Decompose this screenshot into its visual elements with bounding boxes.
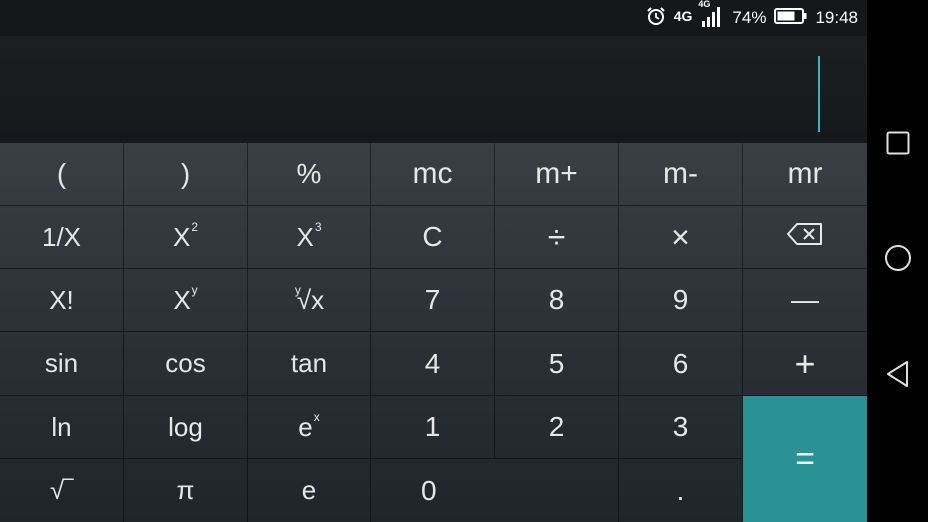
minus-key[interactable]: — [743,269,867,332]
digit-6-key[interactable]: 6 [619,332,743,396]
tan-key[interactable]: tan [248,332,371,396]
battery-icon [774,7,807,30]
network-type-large: 4G [673,8,693,24]
factorial-key[interactable]: X! [0,269,124,332]
sin-key[interactable]: sin [0,332,124,396]
cube-key[interactable]: X3 [248,206,371,269]
digit-9-key[interactable]: 9 [619,269,743,332]
plus-key[interactable]: + [743,332,867,396]
equals-key[interactable]: = [743,396,867,522]
square-recents-icon [886,131,910,160]
decimal-point-key[interactable]: . [619,459,743,522]
status-icons: 4G 4G 74% 19:48 [646,0,858,32]
system-navigation-bar [867,0,928,522]
expression-display[interactable] [0,36,867,143]
digit-1-key[interactable]: 1 [371,396,495,459]
euler-e-key[interactable]: e [248,459,371,522]
calculator-screen: 4G 4G 74% 19:48 () % mc m+ m- mr 1/X X … [0,0,867,522]
battery-percent: 74% [732,8,767,27]
signal-bars-icon: 4G [698,0,724,32]
alarm-clock-icon [646,6,666,31]
clock-time: 19:48 [815,8,858,27]
pi-key[interactable]: π [124,459,248,522]
power-key[interactable]: Xy [124,269,248,332]
cos-key[interactable]: cos [124,332,248,396]
digit-4-key[interactable]: 4 [371,332,495,396]
keypad: ( ) % mc m+ m- mr 1/X X2 X3 C ÷ × X! Xy … [0,143,867,522]
network-type-small: 4G [698,0,711,9]
digit-2-key[interactable]: 2 [495,396,619,459]
backspace-key[interactable] [743,206,867,269]
multiply-key[interactable]: × [619,206,743,269]
status-bar: 4G 4G 74% 19:48 [0,0,867,36]
digit-7-key[interactable]: 7 [371,269,495,332]
memory-add-key[interactable]: m+ [495,143,619,206]
open-paren-key[interactable]: ( [0,143,124,206]
text-cursor [818,56,820,132]
recents-button[interactable] [881,128,915,162]
close-paren-key[interactable]: ) [124,143,248,206]
reciprocal-key[interactable]: 1/X [0,206,124,269]
clear-key[interactable]: C [371,206,495,269]
triangle-back-icon [885,360,911,393]
percent-key[interactable]: % [248,143,371,206]
digit-3-key[interactable]: 3 [619,396,743,459]
back-button[interactable] [881,359,915,393]
divide-key[interactable]: ÷ [495,206,619,269]
digit-0-key[interactable]: 0 [371,459,619,522]
yth-root-key[interactable]: y √x [248,269,371,332]
circle-home-icon [884,244,912,277]
ln-key[interactable]: ln [0,396,124,459]
memory-subtract-key[interactable]: m- [619,143,743,206]
digit-5-key[interactable]: 5 [495,332,619,396]
square-key[interactable]: X2 [124,206,248,269]
exp-key[interactable]: ex [248,396,371,459]
square-root-key[interactable]: √‾ [0,459,124,522]
backspace-icon [786,221,824,253]
memory-recall-key[interactable]: mr [743,143,867,206]
digit-8-key[interactable]: 8 [495,269,619,332]
log-key[interactable]: log [124,396,248,459]
home-button[interactable] [881,243,915,277]
memory-clear-key[interactable]: mc [371,143,495,206]
